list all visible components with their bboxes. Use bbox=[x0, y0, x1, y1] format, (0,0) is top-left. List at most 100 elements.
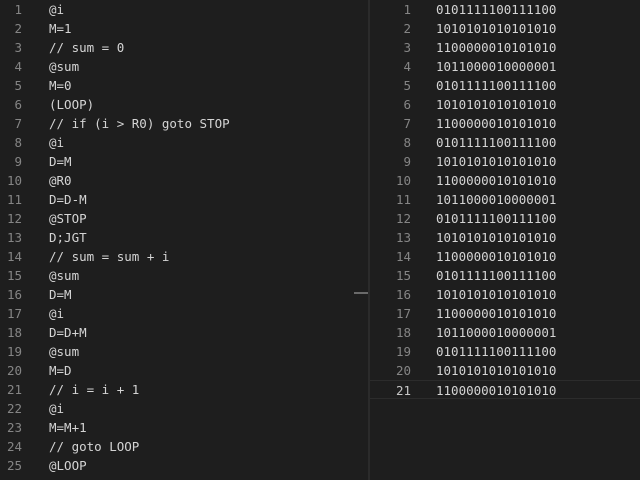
code-line[interactable]: 21 // i = i + 1 bbox=[0, 380, 368, 399]
code-line[interactable]: 11 1011000010000001 bbox=[370, 190, 640, 209]
code-line[interactable]: 16 D=M bbox=[0, 285, 368, 304]
line-code[interactable]: 1010101010101010 bbox=[436, 152, 556, 171]
code-line[interactable]: 15 @sum bbox=[0, 266, 368, 285]
code-line[interactable]: 4 1011000010000001 bbox=[370, 57, 640, 76]
line-code[interactable]: M=M+1 bbox=[49, 418, 87, 437]
code-line[interactable]: 17 1100000010101010 bbox=[370, 304, 640, 323]
code-line[interactable]: 5 0101111100111100 bbox=[370, 76, 640, 95]
code-line[interactable]: 3 1100000010101010 bbox=[370, 38, 640, 57]
code-line[interactable]: 23 M=M+1 bbox=[0, 418, 368, 437]
line-code[interactable]: @R0 bbox=[49, 171, 72, 190]
line-code[interactable]: D=M bbox=[49, 285, 72, 304]
code-line[interactable]: 19 @sum bbox=[0, 342, 368, 361]
right-editor-pane[interactable]: 1 0101111100111100 2 1010101010101010 3 11000… bbox=[370, 0, 640, 480]
line-code[interactable]: @STOP bbox=[49, 209, 87, 228]
line-code[interactable]: 0101111100111100 bbox=[436, 133, 556, 152]
line-code[interactable]: 1011000010000001 bbox=[436, 190, 556, 209]
code-line[interactable]: 6 (LOOP) bbox=[0, 95, 368, 114]
line-code[interactable]: 0101111100111100 bbox=[436, 76, 556, 95]
editor-window: 1 @i 2 M=1 3 // sum = 0 4 @sum 5 M=0 6 (LOOP) 7 // if… bbox=[0, 0, 640, 480]
line-code[interactable]: 1100000010101010 bbox=[436, 304, 556, 323]
line-code[interactable]: D=D-M bbox=[49, 190, 87, 209]
line-code[interactable]: // sum = 0 bbox=[49, 38, 124, 57]
line-code[interactable]: 0101111100111100 bbox=[436, 266, 556, 285]
code-line[interactable]: 13 D;JGT bbox=[0, 228, 368, 247]
code-line[interactable]: 7 1100000010101010 bbox=[370, 114, 640, 133]
code-line[interactable]: 2 1010101010101010 bbox=[370, 19, 640, 38]
line-code[interactable]: D=D+M bbox=[49, 323, 87, 342]
line-code[interactable]: @sum bbox=[49, 57, 79, 76]
line-code[interactable]: @i bbox=[49, 0, 64, 19]
code-line[interactable]: 18 1011000010000001 bbox=[370, 323, 640, 342]
code-line[interactable]: 14 // sum = sum + i bbox=[0, 247, 368, 266]
line-code[interactable]: M=1 bbox=[49, 19, 72, 38]
line-code[interactable]: 0101111100111100 bbox=[436, 0, 556, 19]
code-line[interactable]: 15 0101111100111100 bbox=[370, 266, 640, 285]
code-line[interactable]: 8 @i bbox=[0, 133, 368, 152]
line-code[interactable]: 1100000010101010 bbox=[436, 114, 556, 133]
line-code[interactable]: D;JGT bbox=[49, 228, 87, 247]
code-line[interactable]: 5 M=0 bbox=[0, 76, 368, 95]
line-number: 8 bbox=[14, 135, 22, 150]
line-code[interactable]: 1010101010101010 bbox=[436, 19, 556, 38]
line-code[interactable]: @i bbox=[49, 304, 64, 323]
code-line[interactable]: 4 @sum bbox=[0, 57, 368, 76]
line-code[interactable]: 1100000010101010 bbox=[436, 171, 556, 190]
line-number: 16 bbox=[6, 287, 22, 302]
code-line[interactable]: 1 0101111100111100 bbox=[370, 0, 640, 19]
code-line[interactable]: 8 0101111100111100 bbox=[370, 133, 640, 152]
code-line[interactable]: 20 1010101010101010 bbox=[370, 361, 640, 380]
line-code[interactable]: 1010101010101010 bbox=[436, 285, 556, 304]
line-code[interactable]: 0101111100111100 bbox=[436, 209, 556, 228]
code-line[interactable]: 3 // sum = 0 bbox=[0, 38, 368, 57]
line-code[interactable]: @LOOP bbox=[49, 456, 87, 475]
line-code[interactable]: @sum bbox=[49, 266, 79, 285]
code-line[interactable]: 9 1010101010101010 bbox=[370, 152, 640, 171]
code-line[interactable]: 12 @STOP bbox=[0, 209, 368, 228]
line-code[interactable]: 1010101010101010 bbox=[436, 95, 556, 114]
line-code[interactable]: 1011000010000001 bbox=[436, 57, 556, 76]
code-line[interactable]: 9 D=M bbox=[0, 152, 368, 171]
line-code[interactable]: 1010101010101010 bbox=[436, 361, 556, 380]
code-line[interactable]: 22 @i bbox=[0, 399, 368, 418]
line-code[interactable]: (LOOP) bbox=[49, 95, 94, 114]
line-code[interactable]: // i = i + 1 bbox=[49, 380, 139, 399]
left-vertical-scrollbar[interactable] bbox=[354, 0, 368, 480]
line-code[interactable]: M=0 bbox=[49, 76, 72, 95]
code-line[interactable]: 25 @LOOP bbox=[0, 456, 368, 475]
code-line[interactable]: 13 1010101010101010 bbox=[370, 228, 640, 247]
line-code[interactable]: @i bbox=[49, 133, 64, 152]
code-line[interactable]: 24 // goto LOOP bbox=[0, 437, 368, 456]
right-editor-lines: 1 0101111100111100 2 1010101010101010 3 11000… bbox=[370, 0, 640, 399]
code-line[interactable]: 10 1100000010101010 bbox=[370, 171, 640, 190]
code-line[interactable]: 6 1010101010101010 bbox=[370, 95, 640, 114]
code-line[interactable]: 10 @R0 bbox=[0, 171, 368, 190]
code-line[interactable]: 20 M=D bbox=[0, 361, 368, 380]
code-line[interactable]: 18 D=D+M bbox=[0, 323, 368, 342]
left-editor-pane[interactable]: 1 @i 2 M=1 3 // sum = 0 4 @sum 5 M=0 6 (LOOP) 7 // if… bbox=[0, 0, 368, 480]
line-code[interactable]: 1010101010101010 bbox=[436, 228, 556, 247]
code-line[interactable]: 7 // if (i > R0) goto STOP bbox=[0, 114, 368, 133]
code-line[interactable]: 21 1100000010101010 bbox=[370, 380, 640, 399]
line-code[interactable]: 1100000010101010 bbox=[436, 381, 556, 400]
line-code[interactable]: M=D bbox=[49, 361, 72, 380]
line-code[interactable]: @i bbox=[49, 399, 64, 418]
line-code[interactable]: // sum = sum + i bbox=[49, 247, 169, 266]
line-code[interactable]: // goto LOOP bbox=[49, 437, 139, 456]
line-number: 14 bbox=[395, 249, 411, 264]
code-line[interactable]: 12 0101111100111100 bbox=[370, 209, 640, 228]
line-code[interactable]: // if (i > R0) goto STOP bbox=[49, 114, 230, 133]
line-code[interactable]: D=M bbox=[49, 152, 72, 171]
code-line[interactable]: 19 0101111100111100 bbox=[370, 342, 640, 361]
code-line[interactable]: 1 @i bbox=[0, 0, 368, 19]
line-code[interactable]: 0101111100111100 bbox=[436, 342, 556, 361]
line-code[interactable]: @sum bbox=[49, 342, 79, 361]
line-code[interactable]: 1100000010101010 bbox=[436, 247, 556, 266]
line-code[interactable]: 1011000010000001 bbox=[436, 323, 556, 342]
code-line[interactable]: 2 M=1 bbox=[0, 19, 368, 38]
code-line[interactable]: 16 1010101010101010 bbox=[370, 285, 640, 304]
code-line[interactable]: 11 D=D-M bbox=[0, 190, 368, 209]
line-code[interactable]: 1100000010101010 bbox=[436, 38, 556, 57]
code-line[interactable]: 14 1100000010101010 bbox=[370, 247, 640, 266]
code-line[interactable]: 17 @i bbox=[0, 304, 368, 323]
